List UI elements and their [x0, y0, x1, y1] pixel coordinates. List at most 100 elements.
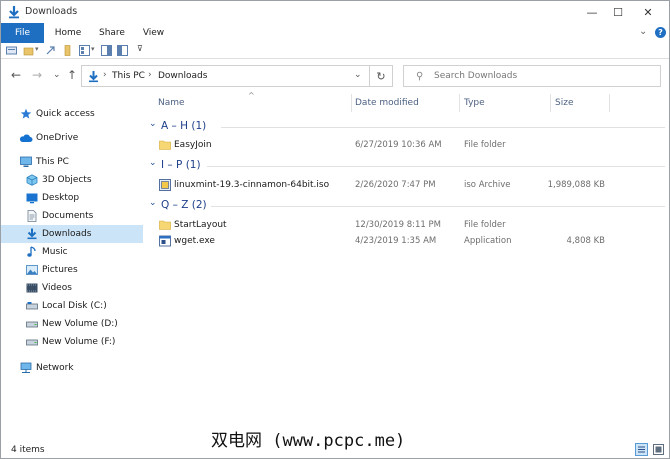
sidebar-item-label: This PC [36, 157, 69, 167]
file-type: File folder [464, 140, 506, 150]
column-divider[interactable] [550, 94, 551, 112]
layout-dropdown-icon[interactable]: ▾ [91, 45, 95, 53]
sidebar-item-onedrive[interactable]: OneDrive [1, 129, 143, 147]
close-button[interactable]: ✕ [633, 1, 663, 23]
file-date: 4/23/2019 1:35 AM [355, 236, 437, 246]
search-icon: ⚲ [416, 71, 424, 82]
file-list: ^ Name Date modified Type Size ⌄ A – H (… [147, 91, 667, 439]
document-icon [27, 210, 37, 222]
group-header-i-p[interactable]: ⌄ I – P (1) [147, 157, 667, 173]
explorer-window: Downloads — ☐ ✕ File Home Share View ⌄ ?… [0, 0, 670, 459]
file-name: linuxmint-19.3-cinnamon-64bit.iso [174, 180, 330, 190]
tab-home[interactable]: Home [53, 23, 83, 43]
share-icon[interactable] [45, 45, 56, 56]
expand-ribbon-icon[interactable]: ⌄ [639, 26, 647, 37]
sidebar-item-local-disk-c[interactable]: Local Disk (C:) [1, 297, 143, 315]
sidebar-item-3d-objects[interactable]: 3D Objects [1, 171, 143, 189]
sidebar-item-downloads[interactable]: Downloads [1, 225, 143, 243]
cloud-icon [19, 134, 33, 142]
column-header-type[interactable]: Type [464, 98, 485, 108]
large-icons-view-icon[interactable] [652, 443, 665, 456]
sidebar-item-label: 3D Objects [42, 175, 92, 185]
title-bar[interactable]: Downloads — ☐ ✕ [1, 1, 669, 23]
star-icon [20, 108, 32, 119]
ribbon-tabs: File Home Share View ⌄ ? [1, 23, 669, 43]
download-icon [27, 228, 37, 240]
sidebar-item-new-volume-f[interactable]: New Volume (F:) [1, 333, 143, 351]
sidebar-item-label: Desktop [42, 193, 80, 203]
column-divider[interactable] [459, 94, 460, 112]
sidebar-item-new-volume-d[interactable]: New Volume (D:) [1, 315, 143, 333]
sidebar-item-music[interactable]: Music [1, 243, 143, 261]
sidebar-item-pictures[interactable]: Pictures [1, 261, 143, 279]
preview-pane-icon[interactable] [101, 45, 112, 56]
sidebar-item-this-pc[interactable]: This PC [1, 153, 143, 171]
sidebar-item-desktop[interactable]: Desktop [1, 189, 143, 207]
file-date: 6/27/2019 10:36 AM [355, 140, 442, 150]
file-date: 2/26/2020 7:47 PM [355, 180, 436, 190]
file-name: EasyJoin [174, 140, 212, 150]
sidebar-item-documents[interactable]: Documents [1, 207, 143, 225]
music-icon [27, 246, 36, 257]
column-header-name[interactable]: Name [158, 98, 185, 108]
table-row[interactable]: wget.exe 4/23/2019 1:35 AM Application 4… [147, 233, 667, 249]
table-row[interactable]: linuxmint-19.3-cinnamon-64bit.iso 2/26/2… [147, 177, 667, 193]
drive-icon [26, 302, 38, 310]
sidebar-item-quick-access[interactable]: Quick access [1, 105, 143, 123]
new-folder-icon[interactable] [23, 45, 34, 56]
properties-icon[interactable] [6, 45, 17, 56]
sidebar-item-label: Videos [42, 283, 72, 293]
table-row[interactable]: StartLayout 12/30/2019 8:11 PM File fold… [147, 217, 667, 233]
column-divider[interactable] [351, 94, 352, 112]
group-header-a-h[interactable]: ⌄ A – H (1) [147, 118, 667, 134]
group-collapse-chevron-icon[interactable]: ⌄ [149, 198, 157, 208]
file-date: 12/30/2019 8:11 PM [355, 220, 441, 230]
group-header-q-z[interactable]: ⌄ Q – Z (2) [147, 197, 667, 213]
file-type: Application [464, 236, 512, 246]
group-label: A – H (1) [161, 120, 207, 132]
group-label: Q – Z (2) [161, 199, 207, 211]
sidebar-item-network[interactable]: Network [1, 359, 143, 377]
up-arrow-icon[interactable]: ↑ [67, 68, 77, 82]
column-divider[interactable] [609, 94, 610, 112]
forward-arrow-icon[interactable]: → [32, 68, 42, 82]
maximize-button[interactable]: ☐ [603, 1, 633, 23]
sidebar-item-label: Network [36, 363, 74, 373]
tab-file[interactable]: File [1, 23, 44, 43]
sidebar-item-label: New Volume (F:) [42, 337, 116, 347]
details-view-icon[interactable] [635, 443, 648, 456]
tab-view[interactable]: View [141, 23, 166, 43]
search-box[interactable]: ⚲ Search Downloads [403, 65, 661, 87]
status-bar: 4 items [1, 441, 669, 458]
back-arrow-icon[interactable]: ← [11, 68, 21, 82]
customize-qat-icon[interactable]: ⊽ [137, 44, 143, 53]
zip-icon[interactable] [62, 45, 73, 56]
tab-share[interactable]: Share [97, 23, 127, 43]
column-header-date-modified[interactable]: Date modified [355, 98, 419, 108]
breadcrumb-this-pc[interactable]: This PC [112, 71, 145, 81]
qat-dropdown-icon[interactable]: ▾ [35, 45, 39, 53]
desktop-icon [26, 193, 38, 204]
details-pane-icon[interactable] [117, 45, 128, 56]
breadcrumb-separator[interactable]: › [103, 70, 107, 80]
address-dropdown-icon[interactable]: ⌄ [354, 70, 362, 80]
navigation-pane: Quick access OneDrive This PC 3D Objects… [1, 97, 143, 439]
refresh-button[interactable]: ↻ [369, 65, 393, 87]
help-icon[interactable]: ? [655, 27, 666, 38]
breadcrumb-separator[interactable]: › [148, 70, 152, 80]
search-placeholder: Search Downloads [434, 71, 518, 81]
sidebar-item-videos[interactable]: Videos [1, 279, 143, 297]
table-row[interactable]: EasyJoin 6/27/2019 10:36 AM File folder [147, 137, 667, 153]
sidebar-item-label: Quick access [36, 109, 95, 119]
recent-locations-icon[interactable]: ⌄ [53, 70, 61, 80]
network-icon [20, 362, 32, 373]
address-bar[interactable]: › This PC › Downloads ⌄ [81, 65, 393, 87]
group-collapse-chevron-icon[interactable]: ⌄ [149, 119, 157, 129]
group-collapse-chevron-icon[interactable]: ⌄ [149, 158, 157, 168]
downloads-location-icon [89, 71, 98, 83]
application-icon [159, 235, 171, 247]
layout-icon[interactable] [79, 45, 90, 56]
breadcrumb-downloads[interactable]: Downloads [158, 71, 207, 81]
file-type: File folder [464, 220, 506, 230]
column-header-size[interactable]: Size [555, 98, 573, 108]
